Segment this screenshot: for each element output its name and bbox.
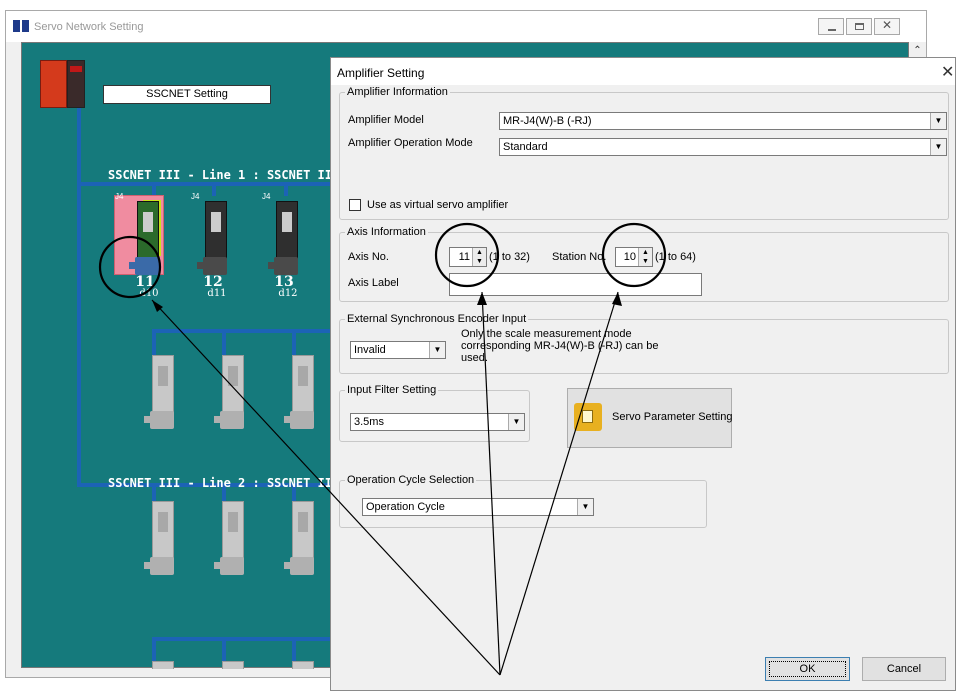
- app-icon: [13, 20, 29, 32]
- servo-parameter-setting-button[interactable]: Servo Parameter Setting: [567, 388, 732, 448]
- operation-cycle-select[interactable]: Operation Cycle ▼: [362, 498, 594, 516]
- minimize-button[interactable]: [818, 18, 844, 35]
- station-no-spinner[interactable]: 10 ▲ ▼: [615, 247, 653, 267]
- operation-mode-label: Amplifier Operation Mode: [348, 137, 473, 149]
- external-encoder-select[interactable]: Invalid ▼: [350, 341, 446, 359]
- empty-amplifier-slot[interactable]: [282, 495, 322, 585]
- dialog-title: Amplifier Setting: [337, 66, 425, 80]
- empty-amplifier-slot[interactable]: [142, 349, 182, 439]
- station-no-range: (1 to 64): [655, 251, 696, 263]
- empty-amplifier-slot[interactable]: [282, 349, 322, 439]
- axis-no-label: Axis No.: [348, 251, 389, 263]
- empty-amplifier-slot[interactable]: [142, 655, 182, 669]
- amplifier-axis-13[interactable]: J4: [262, 192, 306, 285]
- controller-bus: [77, 103, 81, 483]
- servo-parameter-label: Servo Parameter Setting: [612, 411, 733, 423]
- line2-label: SSCNET III - Line 2 : SSCNET III/H: [108, 476, 354, 490]
- chevron-down-icon: ▼: [577, 499, 593, 515]
- group-legend: Axis Information: [347, 226, 426, 238]
- spinner-arrows-icon[interactable]: ▲ ▼: [472, 248, 486, 266]
- close-icon: ✕: [881, 18, 893, 32]
- window-title: Servo Network Setting: [34, 21, 144, 33]
- amplifier-setting-dialog: Amplifier Setting ✕ Amplifier Informatio…: [330, 57, 956, 691]
- sscnet-setting-button[interactable]: SSCNET Setting: [103, 85, 271, 104]
- empty-amplifier-slot[interactable]: [282, 655, 322, 669]
- amplifier-type-tag: J4: [191, 192, 200, 201]
- dialog-titlebar: Amplifier Setting ✕: [331, 58, 955, 85]
- empty-amplifier-slot[interactable]: [212, 349, 252, 439]
- chevron-down-icon: ▼: [930, 113, 946, 129]
- minimize-icon: [828, 29, 836, 31]
- amplifier-axis-11[interactable]: J4: [115, 192, 167, 285]
- virtual-servo-label: Use as virtual servo amplifier: [367, 199, 509, 211]
- parameter-icon: [574, 403, 602, 431]
- station-label: d11: [207, 288, 227, 299]
- amplifier-type-tag: J4: [115, 192, 124, 201]
- close-icon[interactable]: ✕: [941, 62, 954, 82]
- group-legend: External Synchronous Encoder Input: [347, 313, 527, 325]
- chevron-down-icon: ▼: [429, 342, 445, 358]
- cancel-button[interactable]: Cancel: [862, 657, 946, 681]
- station-label: d12: [278, 288, 298, 299]
- spinner-arrows-icon[interactable]: ▲ ▼: [638, 248, 652, 266]
- ok-button[interactable]: OK: [765, 657, 850, 681]
- axis-label-input[interactable]: [449, 273, 702, 296]
- virtual-servo-checkbox[interactable]: [349, 199, 361, 211]
- maximize-icon: [855, 23, 864, 30]
- main-titlebar: Servo Network Setting ✕: [6, 11, 926, 42]
- chevron-down-icon: ▼: [930, 139, 946, 155]
- empty-amplifier-slot[interactable]: [212, 495, 252, 585]
- input-filter-select[interactable]: 3.5ms ▼: [350, 413, 525, 431]
- line1-sub-bus: [152, 329, 337, 333]
- empty-amplifier-slot[interactable]: [142, 495, 182, 585]
- amplifier-type-tag: J4: [262, 192, 271, 201]
- axis-no-range: (1 to 32): [489, 251, 530, 263]
- group-legend: Input Filter Setting: [347, 384, 437, 396]
- station-label: d10: [139, 288, 159, 299]
- group-legend: Operation Cycle Selection: [347, 474, 475, 486]
- operation-mode-select[interactable]: Standard ▼: [499, 138, 947, 156]
- amplifier-model-label: Amplifier Model: [348, 114, 424, 126]
- empty-amplifier-slot[interactable]: [212, 655, 252, 669]
- chevron-down-icon: ▼: [508, 414, 524, 430]
- amplifier-axis-12[interactable]: J4: [191, 192, 235, 285]
- station-no-label: Station No.: [552, 251, 607, 263]
- line1-label: SSCNET III - Line 1 : SSCNET III/H: [108, 168, 354, 182]
- maximize-button[interactable]: [846, 18, 872, 35]
- line2-sub-bus: [152, 637, 337, 641]
- line1-bus: [77, 182, 337, 186]
- controller-module[interactable]: [40, 60, 85, 108]
- group-legend: Amplifier Information: [347, 86, 448, 98]
- encoder-note: Only the scale measurement mode correspo…: [461, 328, 659, 364]
- close-window-button[interactable]: ✕: [874, 18, 900, 35]
- axis-label-label: Axis Label: [348, 277, 399, 289]
- amplifier-model-select[interactable]: MR-J4(W)-B (-RJ) ▼: [499, 112, 947, 130]
- axis-no-spinner[interactable]: 11 ▲ ▼: [449, 247, 487, 267]
